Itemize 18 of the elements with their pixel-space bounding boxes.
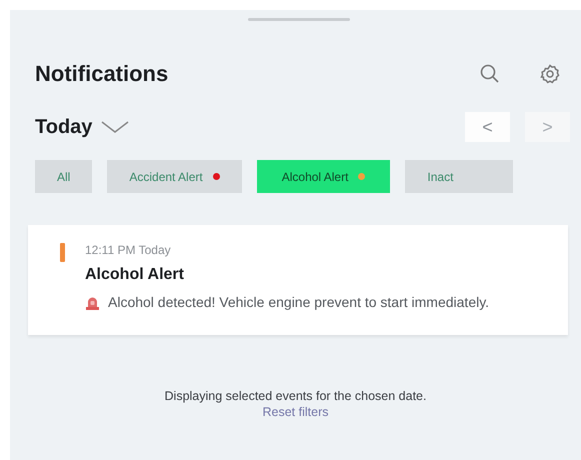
- drag-handle[interactable]: [248, 18, 350, 21]
- filter-chip[interactable]: All: [35, 160, 92, 193]
- filter-chip[interactable]: Alcohol Alert: [256, 160, 390, 193]
- status-message: Displaying selected events for the chosen date.: [164, 389, 428, 403]
- reset-filters-link[interactable]: Reset filters: [35, 405, 556, 419]
- previous-button[interactable]: <: [465, 112, 510, 142]
- notification-time: 12:11 PM Today: [85, 243, 172, 257]
- panel-title: Notifications: [35, 61, 170, 87]
- date-selector[interactable]: Today: [35, 116, 92, 138]
- siren-icon: [85, 295, 100, 310]
- chevron-down-icon[interactable]: [100, 120, 130, 134]
- notification-card[interactable]: 12:11 PM Today Alcohol Alert Alcohol detected! Vehicle engine prevent to start immediately.: [28, 225, 568, 335]
- search-icon[interactable]: [479, 63, 501, 85]
- filter-chip[interactable]: Inact: [405, 160, 514, 193]
- settings-icon[interactable]: [539, 63, 561, 85]
- notification-message: Alcohol detected! Vehicle engine prevent to start immediately.: [108, 293, 490, 312]
- filter-chip[interactable]: Accident Alert: [107, 160, 242, 193]
- notification-title: Alcohol Alert: [85, 266, 185, 284]
